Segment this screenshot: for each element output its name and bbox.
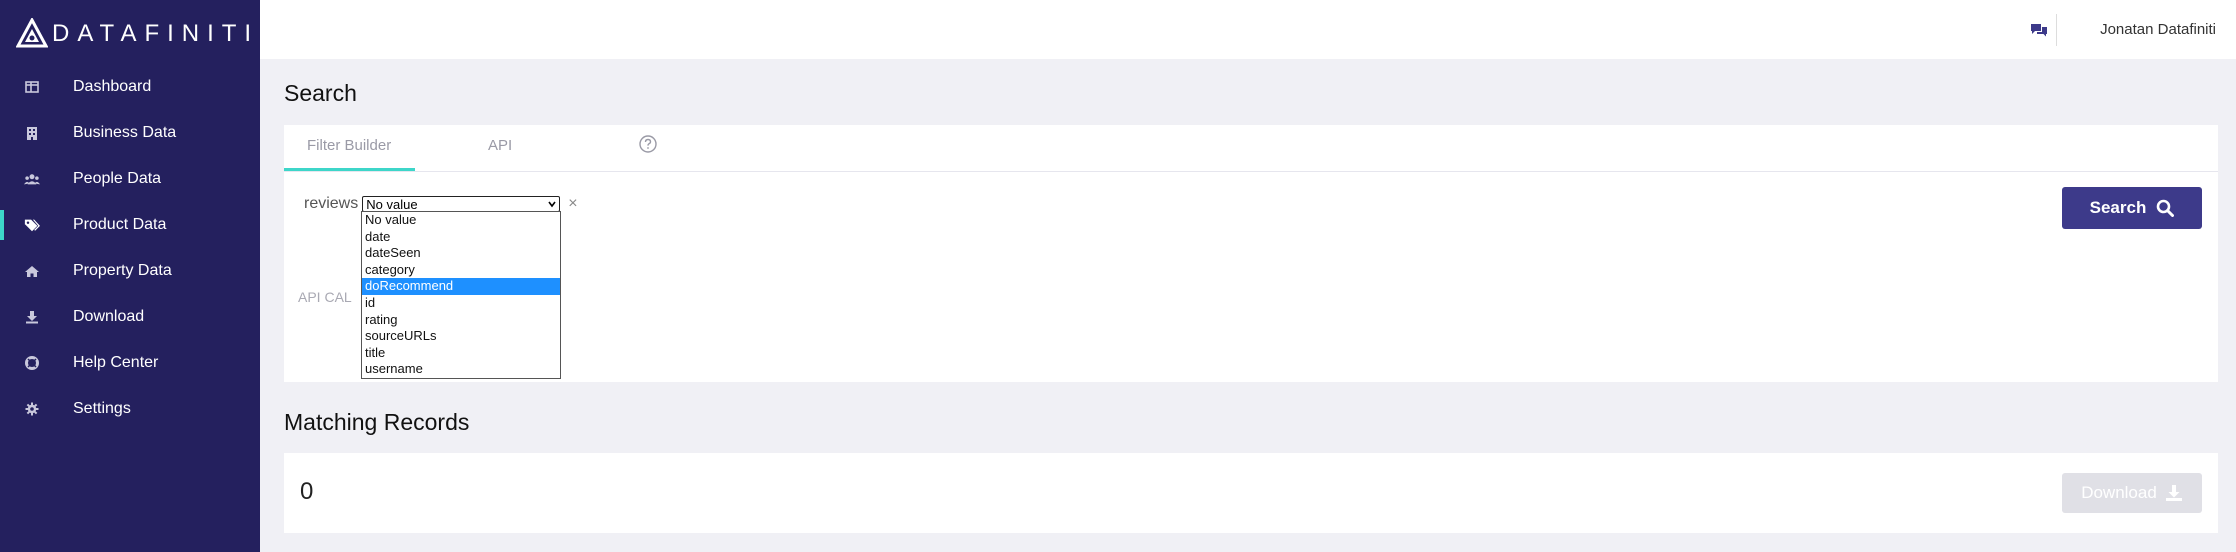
dropdown-option[interactable]: No value xyxy=(362,212,560,229)
sidebar-nav: Dashboard Business Data People Data Prod… xyxy=(0,64,260,432)
sidebar-item-product-data[interactable]: Product Data xyxy=(0,202,260,248)
matching-records-title: Matching Records xyxy=(284,409,470,435)
dropdown-option[interactable]: dateSeen xyxy=(362,245,560,262)
brand-name: DATAFINITI xyxy=(52,20,260,47)
dropdown-option-highlighted[interactable]: doRecommend xyxy=(362,278,560,295)
sidebar-item-people-data[interactable]: People Data xyxy=(0,156,260,202)
logo-icon xyxy=(16,18,48,48)
home-icon xyxy=(24,263,40,279)
sidebar-item-label: Settings xyxy=(73,400,131,417)
tags-icon xyxy=(24,217,40,233)
sidebar-item-label: Business Data xyxy=(73,124,177,141)
brand-logo[interactable]: DATAFINITI xyxy=(16,18,259,50)
search-panel: Filter Builder API reviews No value × No… xyxy=(284,125,2218,382)
tab-filter-builder[interactable]: Filter Builder xyxy=(284,125,415,171)
search-icon xyxy=(2157,199,2175,217)
dropdown-option[interactable]: sourceURLs xyxy=(362,328,560,345)
search-title: Search xyxy=(284,80,357,106)
people-icon xyxy=(24,171,40,187)
sidebar-item-label: Dashboard xyxy=(73,78,152,95)
sidebar-item-label: Download xyxy=(73,308,145,325)
sidebar-item-label: Product Data xyxy=(73,216,167,233)
sidebar-item-label: People Data xyxy=(73,170,162,187)
select-current-value: No value xyxy=(366,197,418,212)
dropdown-option[interactable]: category xyxy=(362,262,560,279)
gear-icon xyxy=(24,401,40,417)
sidebar-item-help-center[interactable]: Help Center xyxy=(0,340,260,386)
record-count: 0 xyxy=(300,478,314,505)
tab-api[interactable]: API xyxy=(488,125,512,171)
dropdown-option[interactable]: id xyxy=(362,295,560,312)
dropdown-option[interactable]: rating xyxy=(362,312,560,329)
sidebar-item-business-data[interactable]: Business Data xyxy=(0,110,260,156)
download-button[interactable]: Download xyxy=(2062,473,2202,513)
download-icon xyxy=(24,309,40,325)
building-icon xyxy=(24,125,40,141)
search-tabs: Filter Builder API xyxy=(284,125,2218,172)
sidebar-item-settings[interactable]: Settings xyxy=(0,386,260,432)
chat-icon[interactable] xyxy=(2030,22,2048,38)
chevron-down-icon xyxy=(548,201,556,208)
sidebar-item-dashboard[interactable]: Dashboard xyxy=(0,64,260,110)
api-call-label: API CAL xyxy=(298,289,352,305)
top-bar: Jonatan Datafiniti xyxy=(260,0,2236,59)
download-button-label: Download xyxy=(2081,483,2157,502)
sidebar-item-label: Property Data xyxy=(73,262,172,279)
select-dropdown-list: No value date dateSeen category doRecomm… xyxy=(361,211,561,379)
sidebar-item-download[interactable]: Download xyxy=(0,294,260,340)
topbar-divider xyxy=(2056,14,2057,46)
remove-filter-button[interactable]: × xyxy=(568,195,577,213)
dashboard-icon xyxy=(24,79,40,95)
search-button-label: Search xyxy=(2089,198,2147,217)
user-menu[interactable]: Jonatan Datafiniti xyxy=(2100,21,2216,38)
dropdown-option[interactable]: title xyxy=(362,345,560,362)
dropdown-option[interactable]: username xyxy=(362,361,560,378)
sidebar: DATAFINITI Dashboard Business Data Peopl… xyxy=(0,0,260,552)
lifebuoy-icon xyxy=(24,355,40,371)
search-button[interactable]: Search xyxy=(2062,187,2202,229)
filter-value-select[interactable]: No value xyxy=(362,196,561,212)
dropdown-option[interactable]: date xyxy=(362,229,560,246)
sidebar-item-property-data[interactable]: Property Data xyxy=(0,248,260,294)
download-icon xyxy=(2165,485,2182,501)
sidebar-item-label: Help Center xyxy=(73,354,159,371)
matching-records-panel: 0 Download xyxy=(284,453,2218,533)
help-icon[interactable] xyxy=(639,135,657,153)
filter-field-label: reviews xyxy=(304,195,359,212)
